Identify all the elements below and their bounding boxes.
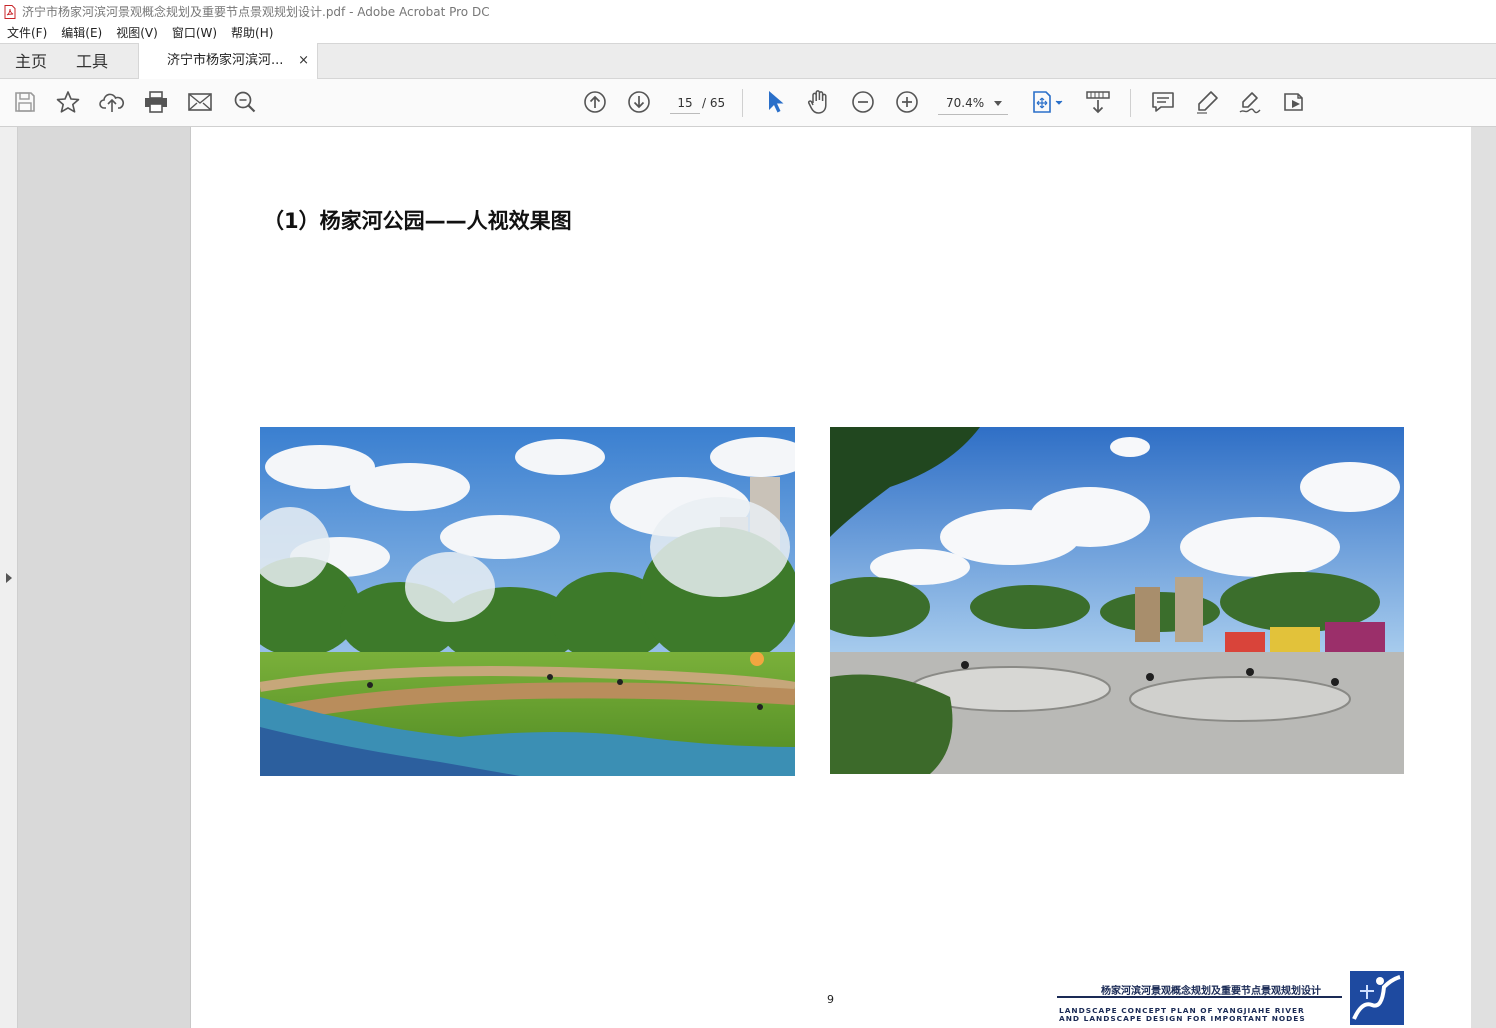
menu-edit[interactable]: 编辑(E)	[61, 24, 102, 41]
tab-tools[interactable]: 工具	[76, 44, 108, 79]
footer-divider	[1057, 996, 1342, 998]
search-zoom-icon[interactable]	[232, 89, 258, 115]
toolbar: 15 / 65 70.4%	[0, 79, 1496, 127]
menu-view[interactable]: 视图(V)	[116, 24, 158, 41]
document-workspace[interactable]: （1）杨家河公园——人视效果图 9 杨家河滨河景观概念规划及重要节点景观规划设计…	[0, 127, 1496, 1028]
footer-english-line-2: AND LANDSCAPE DESIGN FOR IMPORTANT NODES	[1059, 1014, 1306, 1023]
footer-logo	[1350, 971, 1404, 1025]
toolbar-divider	[1130, 89, 1131, 117]
save-icon[interactable]	[12, 89, 38, 115]
toolbar-divider	[742, 89, 743, 117]
menu-bar: 文件(F) 编辑(E) 视图(V) 窗口(W) 帮助(H)	[0, 22, 1496, 43]
next-page-icon[interactable]	[626, 89, 652, 115]
tab-home[interactable]: 主页	[15, 44, 47, 79]
zoom-in-icon[interactable]	[894, 89, 920, 115]
page-number: 9	[827, 993, 834, 1006]
tab-document[interactable]: 济宁市杨家河滨河... ×	[138, 43, 318, 80]
menu-file[interactable]: 文件(F)	[7, 24, 47, 41]
menu-window[interactable]: 窗口(W)	[172, 24, 217, 41]
print-icon[interactable]	[143, 89, 169, 115]
chevron-down-icon	[994, 101, 1002, 106]
select-arrow-icon[interactable]	[762, 89, 788, 115]
menu-help[interactable]: 帮助(H)	[231, 24, 273, 41]
pdf-page: （1）杨家河公园——人视效果图 9 杨家河滨河景观概念规划及重要节点景观规划设计…	[190, 127, 1471, 1028]
pdf-file-icon	[4, 4, 16, 19]
highlight-pen-icon[interactable]	[1194, 89, 1220, 115]
footer-chinese-title: 杨家河滨河景观概念规划及重要节点景观规划设计	[1101, 986, 1321, 997]
expand-panel-icon[interactable]	[6, 573, 12, 583]
scroll-mode-icon[interactable]	[1085, 89, 1111, 115]
bookmark-star-icon[interactable]	[55, 89, 81, 115]
tab-document-label: 济宁市杨家河滨河...	[167, 53, 284, 68]
hand-icon[interactable]	[806, 89, 832, 115]
tab-bar: 主页 工具 济宁市杨家河滨河... ×	[0, 43, 1496, 80]
page-heading: （1）杨家河公园——人视效果图	[263, 209, 572, 233]
window-title: 济宁市杨家河滨河景观概念规划及重要节点景观规划设计.pdf - Adobe Ac…	[22, 4, 490, 19]
prev-page-icon[interactable]	[582, 89, 608, 115]
fit-page-icon[interactable]	[1030, 89, 1066, 115]
right-pane	[1471, 127, 1496, 1028]
page-number-input[interactable]: 15	[670, 93, 700, 114]
upload-cloud-icon[interactable]	[99, 89, 125, 115]
zoom-out-icon[interactable]	[850, 89, 876, 115]
sign-icon[interactable]	[1238, 89, 1264, 115]
zoom-level-select[interactable]: 70.4%	[938, 92, 1008, 115]
skatepark-render	[830, 427, 1404, 774]
close-tab-icon[interactable]: ×	[298, 43, 309, 79]
page-total: / 65	[702, 96, 726, 110]
window-titlebar: 济宁市杨家河滨河景观概念规划及重要节点景观规划设计.pdf - Adobe Ac…	[0, 0, 1496, 22]
navigation-pane-collapsed[interactable]	[0, 127, 18, 1028]
park-lawn-render	[260, 427, 795, 776]
email-icon[interactable]	[187, 89, 213, 115]
more-tools-icon[interactable]	[1282, 89, 1308, 115]
comment-icon[interactable]	[1150, 89, 1176, 115]
zoom-level-value: 70.4%	[946, 96, 985, 110]
